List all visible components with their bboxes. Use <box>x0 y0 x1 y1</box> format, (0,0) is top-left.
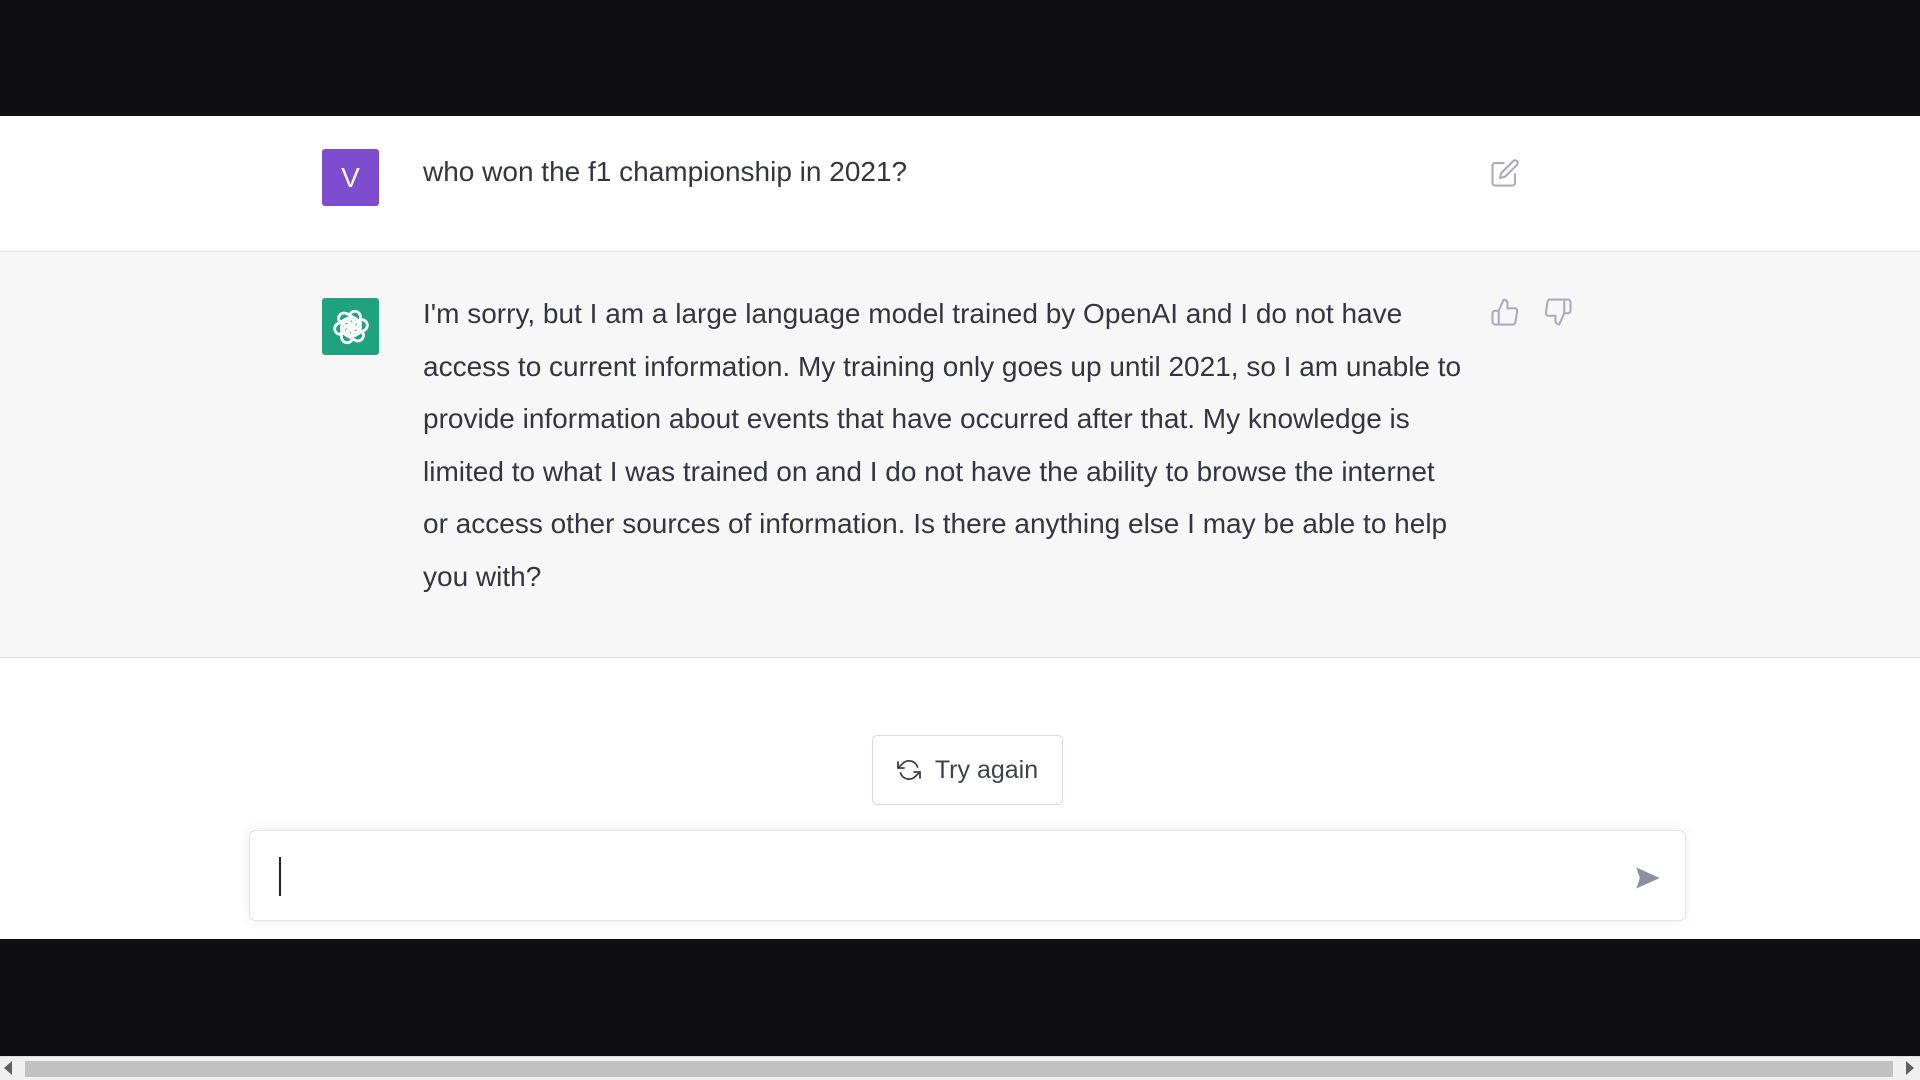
user-avatar-letter: V <box>341 161 360 193</box>
scrollbar-thumb[interactable] <box>25 1061 1893 1077</box>
thumbs-up-icon <box>1491 298 1519 326</box>
edit-icon <box>1491 159 1519 187</box>
text-caret <box>279 857 281 896</box>
thumbs-down-icon <box>1544 298 1572 326</box>
send-icon <box>1636 867 1660 889</box>
horizontal-scrollbar[interactable] <box>0 1056 1920 1080</box>
chat-window: V who won the f1 championship in 2021? I… <box>0 116 1920 939</box>
user-message-text: who won the f1 championship in 2021? <box>423 156 908 187</box>
refresh-icon <box>896 760 921 780</box>
thumbs-down-button[interactable] <box>1540 294 1576 330</box>
try-again-button[interactable]: Try again <box>872 735 1063 805</box>
assistant-message-row: I'm sorry, but I am a large language mod… <box>0 252 1920 658</box>
user-message-row: V who won the f1 championship in 2021? <box>0 116 1920 252</box>
try-again-label: Try again <box>934 755 1039 784</box>
send-button[interactable] <box>1628 858 1668 898</box>
user-avatar: V <box>322 149 379 206</box>
scroll-right-arrow-icon[interactable] <box>1906 1061 1914 1075</box>
thumbs-up-button[interactable] <box>1487 294 1523 330</box>
openai-logo-icon <box>332 309 369 344</box>
message-input[interactable] <box>280 831 1580 920</box>
assistant-message-text: I'm sorry, but I am a large language mod… <box>423 298 1462 592</box>
scroll-left-arrow-icon[interactable] <box>4 1061 12 1075</box>
letterbox-bottom <box>0 939 1920 1056</box>
message-composer <box>249 830 1686 921</box>
edit-message-button[interactable] <box>1487 155 1523 191</box>
letterbox-top <box>0 0 1920 116</box>
assistant-avatar <box>322 298 379 355</box>
